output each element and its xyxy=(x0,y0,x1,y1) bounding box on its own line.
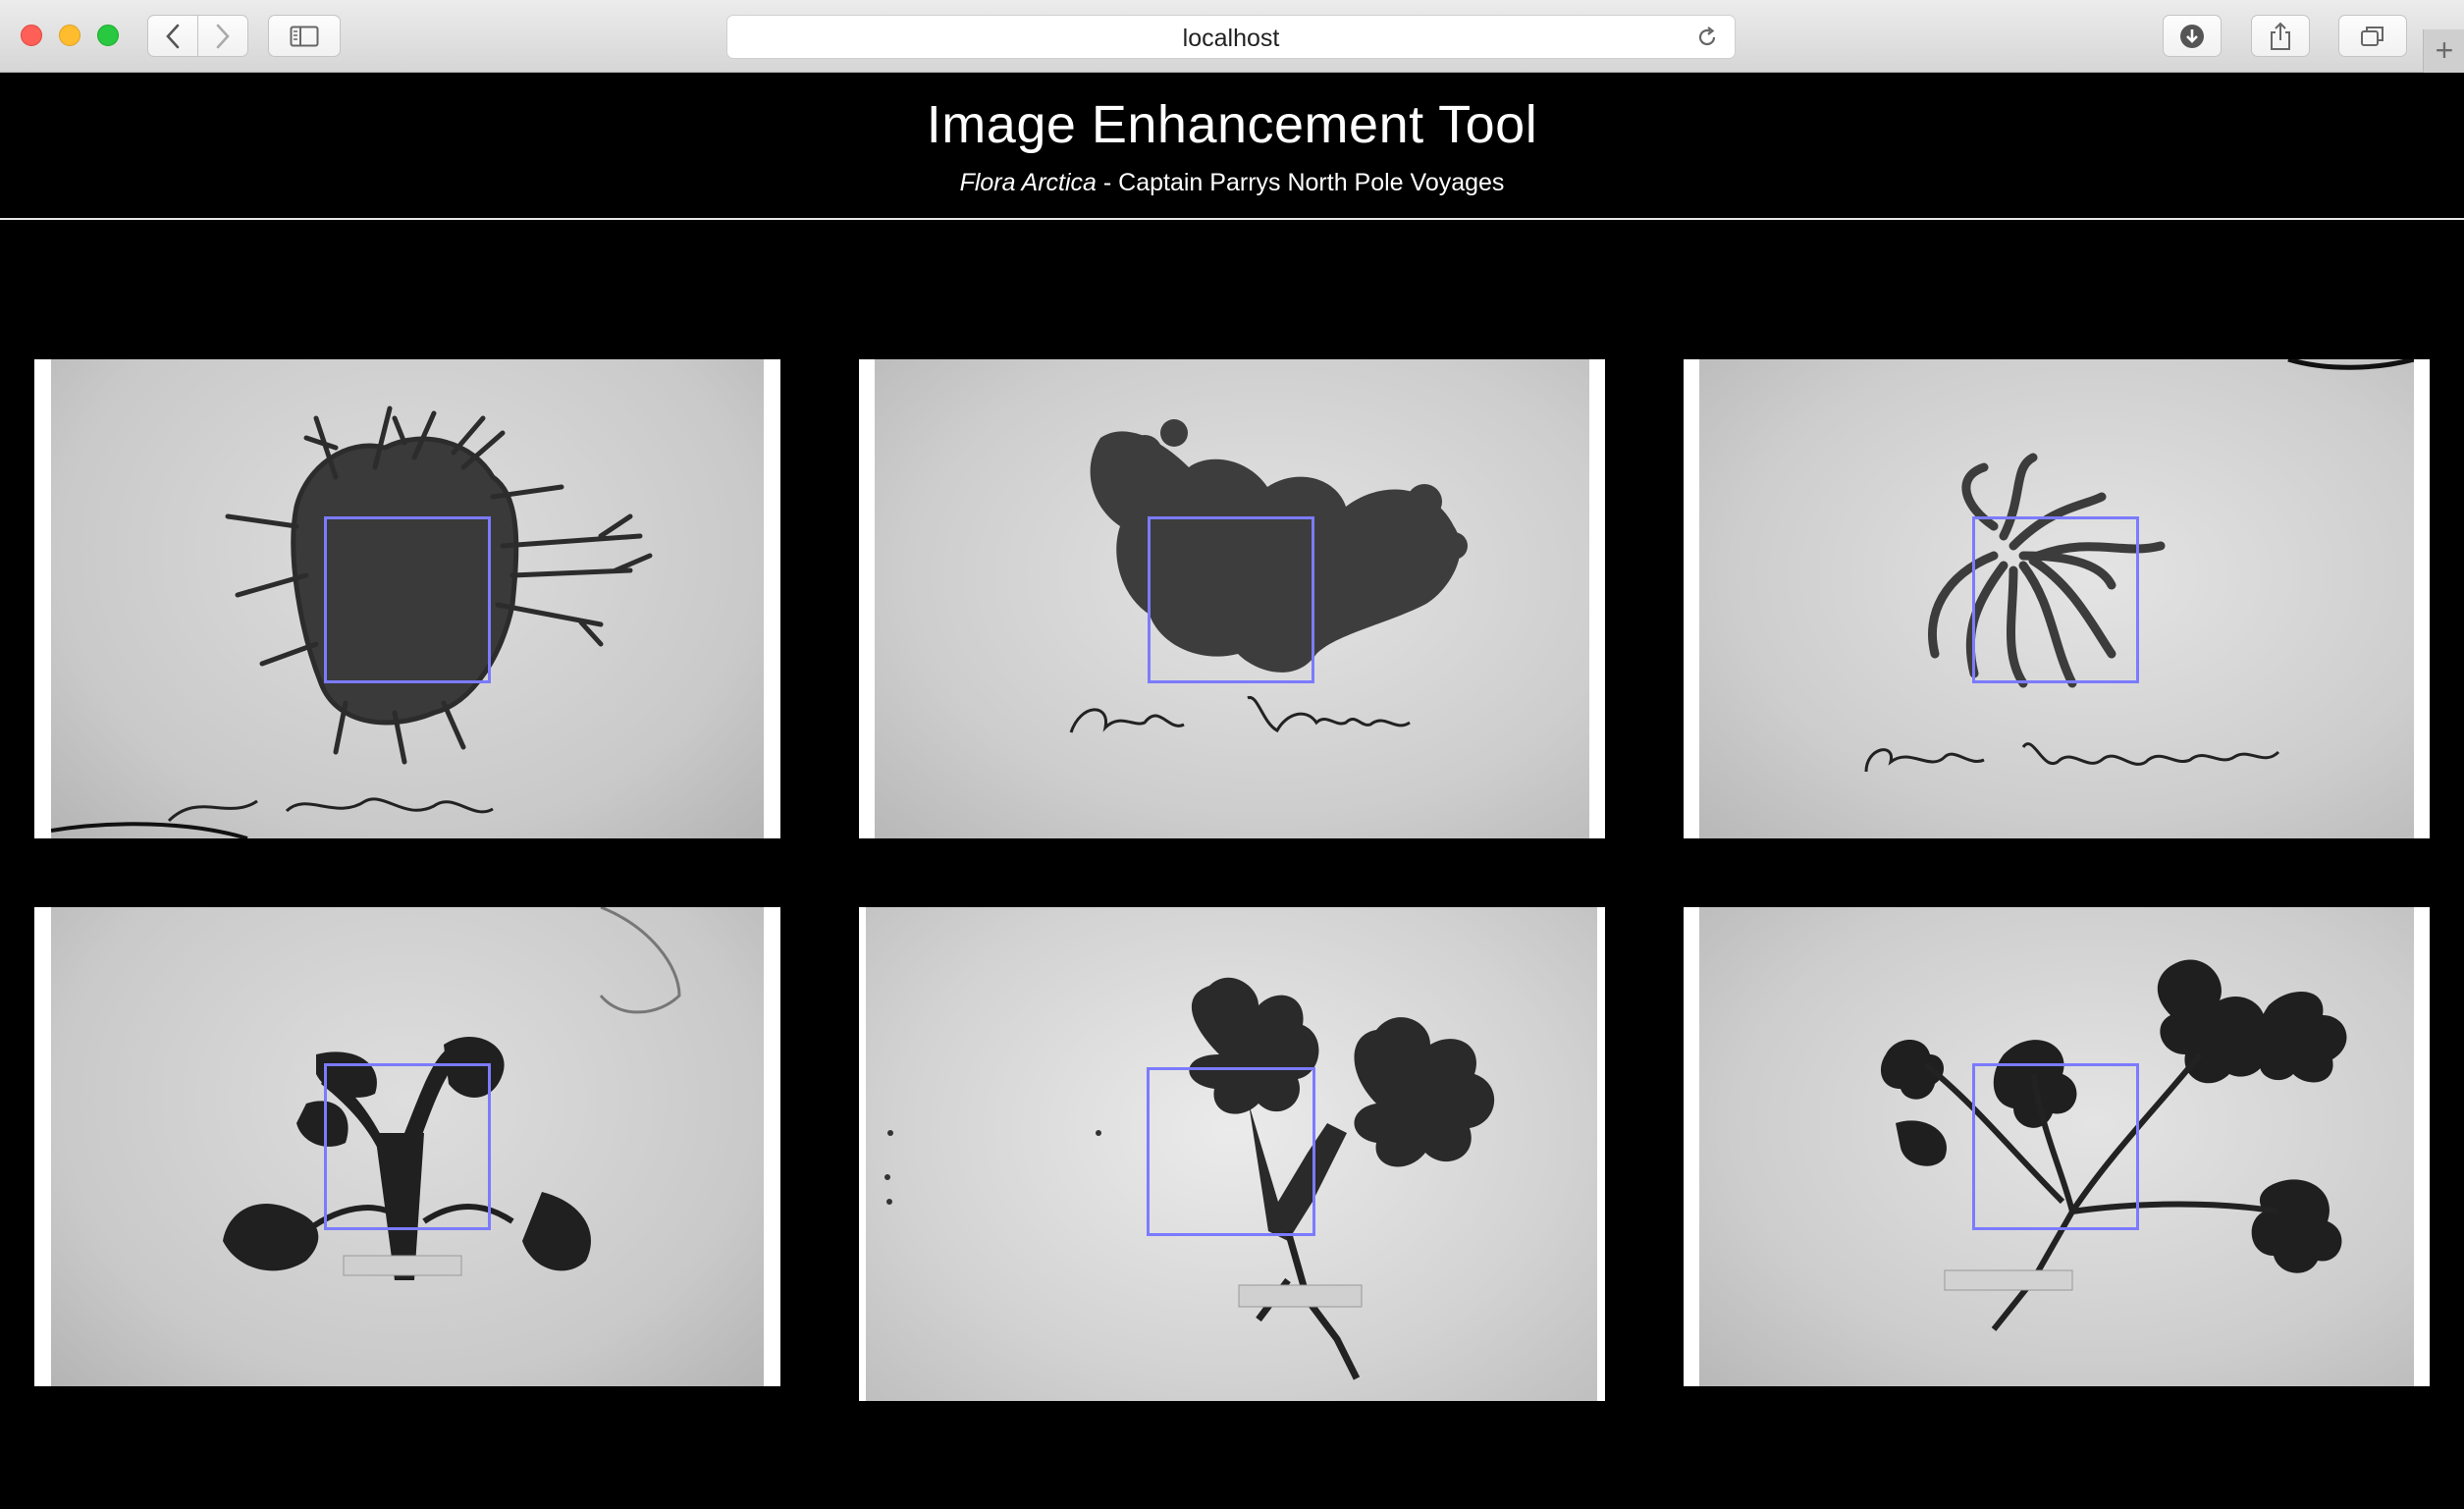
address-bar[interactable]: localhost xyxy=(726,15,1736,59)
back-button[interactable] xyxy=(147,15,198,57)
download-icon xyxy=(2180,24,2204,48)
show-sidebar-button[interactable] xyxy=(268,15,341,57)
tab-overview-button[interactable] xyxy=(2338,15,2407,57)
sidebar-icon xyxy=(290,26,319,46)
selection-box[interactable] xyxy=(324,1063,491,1230)
page-subtitle: Flora Arctica - Captain Parrys North Pol… xyxy=(0,169,2464,197)
share-icon xyxy=(2271,22,2290,50)
selection-box[interactable] xyxy=(1148,516,1314,683)
chevron-left-icon xyxy=(166,24,180,48)
specimen-card[interactable] xyxy=(1684,359,2430,838)
tabs-overview-icon xyxy=(2361,26,2384,46)
close-window-button[interactable] xyxy=(21,25,42,46)
specimen-card[interactable] xyxy=(859,907,1605,1401)
downloads-button[interactable] xyxy=(2163,15,2222,57)
selection-box[interactable] xyxy=(1972,516,2139,683)
share-button[interactable] xyxy=(2251,15,2310,57)
browser-toolbar: localhost + xyxy=(0,0,2464,73)
forward-button[interactable] xyxy=(197,15,248,57)
page-title: Image Enhancement Tool xyxy=(926,95,1538,154)
specimen-card[interactable] xyxy=(859,359,1605,838)
specimen-card[interactable] xyxy=(34,359,780,838)
chevron-right-icon xyxy=(216,24,230,48)
specimen-card[interactable] xyxy=(34,907,780,1386)
zoom-window-button[interactable] xyxy=(97,25,119,46)
subtitle-collection: Flora Arctica xyxy=(959,169,1097,196)
selection-box[interactable] xyxy=(324,516,491,683)
subtitle-description: - Captain Parrys North Pole Voyages xyxy=(1096,169,1505,196)
selection-box[interactable] xyxy=(1147,1067,1315,1236)
address-text: localhost xyxy=(1182,25,1280,52)
minimize-window-button[interactable] xyxy=(59,25,80,46)
page-header: Image Enhancement Tool Flora Arctica - C… xyxy=(0,73,2464,220)
new-tab-button[interactable]: + xyxy=(2423,29,2464,73)
reload-icon[interactable] xyxy=(1695,26,1719,49)
selection-box[interactable] xyxy=(1972,1063,2139,1230)
specimen-card[interactable] xyxy=(1684,907,2430,1386)
plus-icon: + xyxy=(2435,32,2454,68)
